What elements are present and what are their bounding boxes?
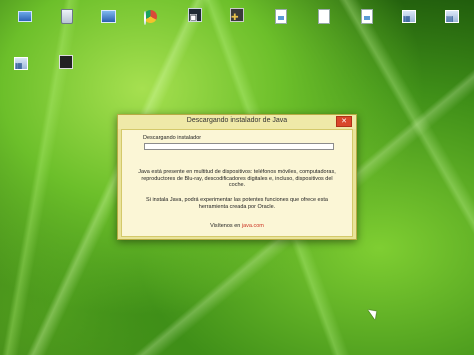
blank-document-icon[interactable] xyxy=(316,8,332,24)
document-image-icon[interactable] xyxy=(273,8,289,24)
shortcut-icon[interactable]: ▦ xyxy=(13,55,29,71)
visit-line: Visítenos en java.com xyxy=(122,223,352,229)
java-com-link[interactable]: java.com xyxy=(242,223,264,229)
description-paragraph-1: Java está presente en multitud de dispos… xyxy=(138,169,336,189)
app-dark-icon[interactable]: ▣ xyxy=(187,7,203,23)
close-button[interactable]: ✕ xyxy=(336,116,352,127)
document-image-2-icon[interactable] xyxy=(359,8,375,24)
window-app-2-icon[interactable]: ▤ xyxy=(444,8,460,24)
red-app-icon[interactable] xyxy=(58,54,74,70)
dialog-title: Descargando instalador de Java xyxy=(186,117,288,124)
description-paragraph-2: Si instala Java, podrá experimentar las … xyxy=(146,197,328,210)
chrome-icon[interactable] xyxy=(142,8,158,24)
dialog-titlebar[interactable]: Descargando instalador de Java ✕ xyxy=(118,115,356,129)
mouse-cursor-icon xyxy=(368,306,380,320)
progress-label: Descargando instalador xyxy=(143,135,202,141)
tools-icon[interactable]: ✚ xyxy=(229,7,245,23)
recycle-bin-icon[interactable] xyxy=(59,8,75,24)
dialog-content: Descargando instalador Java está present… xyxy=(121,129,353,237)
window-app-icon[interactable]: ▦ xyxy=(401,8,417,24)
java-installer-dialog: Descargando instalador de Java ✕ Descarg… xyxy=(117,114,357,240)
network-icon[interactable] xyxy=(100,8,116,24)
computer-icon[interactable] xyxy=(17,8,33,24)
download-progress-bar xyxy=(144,143,334,150)
visit-text: Visítenos en xyxy=(210,223,241,229)
